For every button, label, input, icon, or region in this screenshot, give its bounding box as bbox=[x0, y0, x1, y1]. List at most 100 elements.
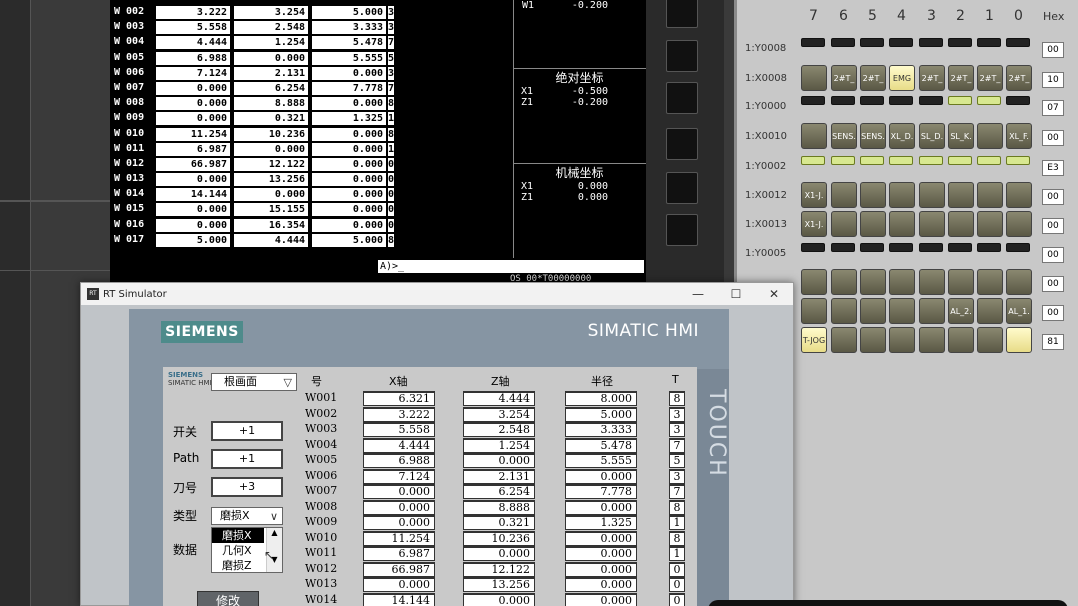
softkey-button[interactable] bbox=[666, 0, 698, 28]
cnc-x-cell[interactable]: 0.000 bbox=[156, 203, 230, 217]
io-input-button[interactable] bbox=[948, 182, 974, 208]
cnc-z-cell[interactable]: 2.548 bbox=[234, 21, 308, 35]
offset-x-cell[interactable]: 6.987 bbox=[363, 546, 435, 561]
io-input-button[interactable] bbox=[919, 182, 945, 208]
offset-radius-cell[interactable]: 0.000 bbox=[565, 592, 637, 606]
offset-radius-cell[interactable]: 5.555 bbox=[565, 453, 637, 468]
io-hex-value[interactable]: 81 bbox=[1042, 334, 1064, 350]
io-input-button[interactable] bbox=[831, 298, 857, 324]
io-input-button[interactable] bbox=[889, 211, 915, 237]
cnc-x-cell[interactable]: 0.000 bbox=[156, 81, 230, 95]
offset-z-cell[interactable]: 2.548 bbox=[463, 422, 535, 437]
cnc-x-cell[interactable]: 6.988 bbox=[156, 51, 230, 65]
cnc-t-cell[interactable]: 0 bbox=[388, 218, 394, 232]
io-input-button[interactable] bbox=[977, 211, 1003, 237]
io-input-button[interactable] bbox=[1006, 182, 1032, 208]
cnc-r-cell[interactable]: 0.000 bbox=[312, 142, 386, 156]
io-input-button[interactable]: X1-J. bbox=[801, 182, 827, 208]
offset-x-cell[interactable]: 4.444 bbox=[363, 437, 435, 453]
offset-x-cell[interactable]: 14.144 bbox=[363, 592, 435, 606]
offset-radius-cell[interactable]: 1.325 bbox=[565, 515, 637, 530]
io-input-button[interactable]: 2#T_ bbox=[977, 65, 1003, 91]
io-hex-value[interactable]: 00 bbox=[1042, 305, 1064, 321]
cnc-t-cell[interactable]: 0 bbox=[388, 188, 394, 202]
cnc-t-cell[interactable]: 0 bbox=[388, 203, 394, 217]
cnc-t-cell[interactable]: 1 bbox=[388, 112, 394, 126]
offset-radius-cell[interactable]: 3.333 bbox=[565, 422, 637, 437]
cnc-x-cell[interactable]: 3.222 bbox=[156, 6, 230, 19]
offset-x-cell[interactable]: 0.000 bbox=[363, 577, 435, 592]
io-hex-value[interactable]: 10 bbox=[1042, 72, 1064, 88]
cnc-r-cell[interactable]: 5.000 bbox=[312, 233, 386, 247]
io-input-button[interactable] bbox=[948, 211, 974, 237]
io-input-button[interactable]: EMG bbox=[889, 65, 915, 91]
io-input-button[interactable] bbox=[889, 269, 915, 295]
offset-x-cell[interactable]: 0.000 bbox=[363, 484, 435, 499]
command-line[interactable]: A)>_ bbox=[378, 260, 644, 273]
io-hex-value[interactable]: 00 bbox=[1042, 247, 1064, 263]
cnc-z-cell[interactable]: 15.155 bbox=[234, 203, 308, 217]
offset-t-cell[interactable]: 5 bbox=[669, 453, 685, 468]
offset-x-cell[interactable]: 5.558 bbox=[363, 422, 435, 437]
cnc-t-cell[interactable]: 8 bbox=[388, 127, 394, 141]
offset-z-cell[interactable]: 0.000 bbox=[463, 592, 535, 606]
io-input-button[interactable]: SENS. bbox=[831, 123, 857, 149]
cnc-z-cell[interactable]: 0.321 bbox=[234, 112, 308, 126]
offset-z-cell[interactable]: 12.122 bbox=[463, 561, 535, 577]
cnc-z-cell[interactable]: 3.254 bbox=[234, 6, 308, 19]
io-hex-value[interactable]: 00 bbox=[1042, 42, 1064, 58]
io-input-button[interactable] bbox=[801, 298, 827, 324]
io-input-button[interactable]: XL_F. bbox=[1006, 123, 1032, 149]
offset-t-cell[interactable]: 0 bbox=[669, 592, 685, 606]
cnc-r-cell[interactable]: 0.000 bbox=[312, 157, 386, 171]
cnc-t-cell[interactable]: 3 bbox=[388, 6, 394, 19]
cnc-t-cell[interactable]: 8 bbox=[388, 233, 394, 247]
maximize-button[interactable]: ☐ bbox=[717, 287, 755, 301]
cnc-r-cell[interactable]: 5.555 bbox=[312, 51, 386, 65]
cnc-x-cell[interactable]: 0.000 bbox=[156, 173, 230, 187]
offset-radius-cell[interactable]: 0.000 bbox=[565, 468, 637, 484]
io-input-button[interactable] bbox=[801, 65, 827, 91]
cnc-z-cell[interactable]: 0.000 bbox=[234, 188, 308, 202]
cnc-z-cell[interactable]: 2.131 bbox=[234, 66, 308, 80]
io-input-button[interactable] bbox=[977, 298, 1003, 324]
io-input-button[interactable] bbox=[860, 211, 886, 237]
io-input-button[interactable] bbox=[860, 298, 886, 324]
offset-radius-cell[interactable]: 0.000 bbox=[565, 530, 637, 546]
cnc-r-cell[interactable]: 0.000 bbox=[312, 97, 386, 111]
offset-x-cell[interactable]: 3.222 bbox=[363, 406, 435, 422]
io-hex-value[interactable]: E3 bbox=[1042, 160, 1064, 176]
cnc-t-cell[interactable]: 7 bbox=[388, 36, 394, 50]
offset-t-cell[interactable]: 0 bbox=[669, 577, 685, 592]
offset-z-cell[interactable]: 0.000 bbox=[463, 453, 535, 468]
io-input-button[interactable]: 2#T_ bbox=[948, 65, 974, 91]
io-input-button[interactable]: 2#T_ bbox=[831, 65, 857, 91]
io-input-button[interactable] bbox=[919, 211, 945, 237]
offset-radius-cell[interactable]: 0.000 bbox=[565, 561, 637, 577]
cnc-x-cell[interactable]: 11.254 bbox=[156, 127, 230, 141]
io-input-button[interactable] bbox=[948, 327, 974, 353]
offset-x-cell[interactable]: 66.987 bbox=[363, 561, 435, 577]
cnc-t-cell[interactable]: 7 bbox=[388, 81, 394, 95]
cnc-x-cell[interactable]: 5.558 bbox=[156, 21, 230, 35]
offset-radius-cell[interactable]: 8.000 bbox=[565, 391, 637, 406]
cnc-r-cell[interactable]: 3.333 bbox=[312, 21, 386, 35]
cnc-r-cell[interactable]: 0.000 bbox=[312, 127, 386, 141]
offset-z-cell[interactable]: 3.254 bbox=[463, 406, 535, 422]
cnc-r-cell[interactable]: 0.000 bbox=[312, 173, 386, 187]
offset-z-cell[interactable]: 10.236 bbox=[463, 530, 535, 546]
offset-t-cell[interactable]: 8 bbox=[669, 391, 685, 406]
offset-x-cell[interactable]: 6.988 bbox=[363, 453, 435, 468]
offset-t-cell[interactable]: 0 bbox=[669, 561, 685, 577]
cnc-x-cell[interactable]: 0.000 bbox=[156, 218, 230, 232]
io-input-button[interactable] bbox=[919, 269, 945, 295]
softkey-button[interactable] bbox=[666, 172, 698, 204]
cnc-z-cell[interactable]: 10.236 bbox=[234, 127, 308, 141]
cnc-t-cell[interactable]: 0 bbox=[388, 173, 394, 187]
io-hex-value[interactable]: 00 bbox=[1042, 276, 1064, 292]
io-input-button[interactable] bbox=[889, 327, 915, 353]
offset-z-cell[interactable]: 4.444 bbox=[463, 391, 535, 406]
io-input-button[interactable] bbox=[831, 269, 857, 295]
offset-radius-cell[interactable]: 5.478 bbox=[565, 437, 637, 453]
io-input-button[interactable] bbox=[831, 327, 857, 353]
